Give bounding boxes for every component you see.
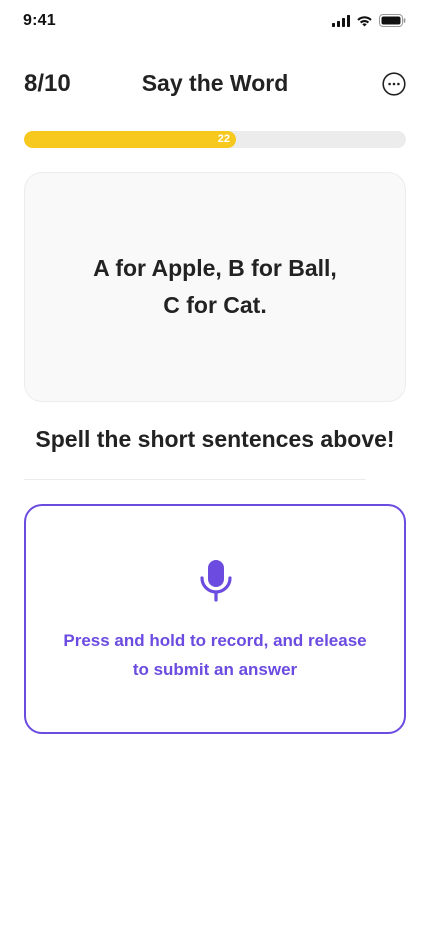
record-button[interactable]: Press and hold to record, and release to… (24, 504, 406, 734)
record-hint-line: to submit an answer (132, 660, 298, 679)
progress-label: 22 (217, 133, 230, 145)
wifi-icon (357, 15, 372, 26)
record-hint: Press and hold to record, and release to… (46, 626, 384, 684)
sentence-line: A for Apple, B for Ball, (93, 255, 337, 281)
status-time: 9:41 (23, 12, 56, 29)
more-options-button[interactable] (382, 72, 406, 96)
signal-icon (332, 14, 350, 27)
sentence-text: A for Apple, B for Ball, C for Cat. (93, 250, 337, 324)
sentence-line: C for Cat. (163, 292, 267, 318)
sentence-card: A for Apple, B for Ball, C for Cat. (24, 172, 406, 402)
microphone-icon (200, 560, 232, 602)
header: 8/10 Say the Word (0, 62, 430, 106)
battery-icon (379, 14, 406, 27)
instruction-text: Spell the short sentences above! (35, 426, 395, 452)
status-bar: 9:41 (0, 0, 430, 44)
divider (24, 479, 366, 480)
more-icon (382, 72, 406, 96)
record-hint-line: Press and hold to record, and release (63, 631, 367, 650)
page-title: Say the Word (141, 70, 289, 96)
progress-bar: 22 (24, 131, 406, 148)
status-icons (332, 14, 406, 27)
